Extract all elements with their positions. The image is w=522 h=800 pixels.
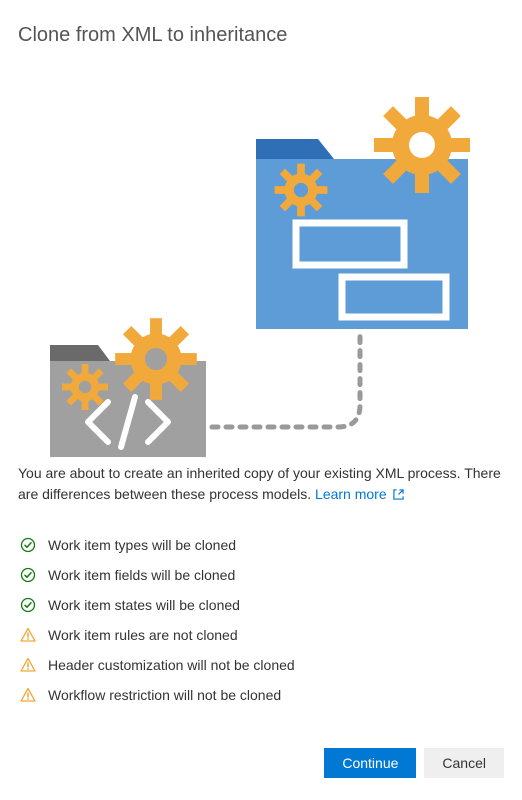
status-item-text: Work item states will be cloned (48, 597, 240, 613)
description-text: You are about to create an inherited cop… (18, 463, 504, 506)
status-item-text: Workflow restriction will not be cloned (48, 687, 281, 703)
status-item: Work item rules are not cloned (18, 620, 504, 650)
status-item: Work item types will be cloned (18, 530, 504, 560)
continue-button[interactable]: Continue (324, 748, 416, 778)
learn-more-link[interactable]: Learn more (315, 486, 403, 502)
status-item-text: Work item fields will be cloned (48, 567, 235, 583)
status-item: Work item fields will be cloned (18, 560, 504, 590)
status-item-text: Header customization will not be cloned (48, 657, 295, 673)
status-item-text: Work item rules are not cloned (48, 627, 238, 643)
dialog-title: Clone from XML to inheritance (18, 24, 504, 47)
cancel-button[interactable]: Cancel (424, 748, 504, 778)
warning-icon (20, 687, 36, 703)
warning-icon (20, 627, 36, 643)
status-item-text: Work item types will be cloned (48, 537, 236, 553)
checkmark-icon (20, 567, 36, 583)
status-item: Workflow restriction will not be cloned (18, 680, 504, 710)
status-item: Work item states will be cloned (18, 590, 504, 620)
illustration-diagram (18, 67, 504, 457)
checkmark-icon (20, 537, 36, 553)
description-prefix: You are about to create an inherited cop… (18, 465, 501, 502)
status-item: Header customization will not be cloned (18, 650, 504, 680)
checkmark-icon (20, 597, 36, 613)
button-row: Continue Cancel (324, 748, 504, 778)
status-list: Work item types will be cloned Work item… (18, 530, 504, 710)
warning-icon (20, 657, 36, 673)
external-link-icon (393, 485, 404, 506)
